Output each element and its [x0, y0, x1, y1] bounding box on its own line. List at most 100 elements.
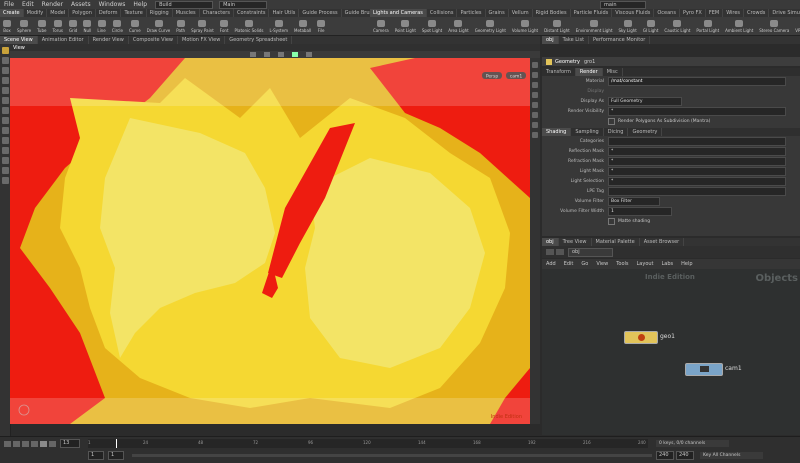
- shelf-tab-oceans[interactable]: Oceans: [654, 9, 680, 17]
- shelf-tool-box[interactable]: Box: [3, 19, 11, 33]
- sop-icon[interactable]: [1, 167, 9, 174]
- shelf-tab-hair-utils[interactable]: Hair Utils: [269, 9, 300, 17]
- param-field[interactable]: [608, 137, 786, 146]
- select-tool-icon[interactable]: [1, 47, 9, 54]
- shelf-tab-grains[interactable]: Grains: [486, 9, 509, 17]
- shelf-tool-torus[interactable]: Torus: [52, 19, 63, 33]
- menu-file[interactable]: File: [4, 1, 14, 8]
- shelf-tool-volume-light[interactable]: Volume Light: [512, 19, 538, 33]
- display-options-icon[interactable]: [306, 52, 312, 57]
- network-tab-tree-view[interactable]: Tree View: [559, 238, 592, 246]
- shelf-tool-font[interactable]: Font: [220, 19, 229, 33]
- param-subtab-dicing[interactable]: Dicing: [604, 128, 629, 136]
- shelf-tool-metaball[interactable]: Metaball: [294, 19, 311, 33]
- step-back-icon[interactable]: [13, 440, 20, 447]
- shelf-tab-muscles[interactable]: Muscles: [173, 9, 200, 17]
- vtool-icon-8[interactable]: [532, 132, 538, 138]
- shelf-tool-portal-light[interactable]: Portal Light: [696, 19, 719, 33]
- shelf-tab-lights-and-cameras[interactable]: Lights and Cameras: [370, 9, 427, 17]
- shelf-tool-gi-light[interactable]: GI Light: [643, 19, 658, 33]
- network-view[interactable]: Indie Edition Objects geo1 cam1: [542, 269, 800, 435]
- network-menu-edit[interactable]: Edit: [564, 261, 574, 267]
- magnet-icon[interactable]: [1, 147, 9, 154]
- shelf-tool-vr-camera[interactable]: VR Camera: [795, 20, 800, 33]
- menu-edit[interactable]: Edit: [22, 1, 34, 8]
- vtool-icon-3[interactable]: [532, 82, 538, 88]
- param-subtab-shading[interactable]: Shading: [542, 128, 572, 136]
- node-geo1[interactable]: [624, 331, 658, 344]
- param-field[interactable]: Box Filter: [608, 197, 660, 206]
- network-menu-labs[interactable]: Labs: [662, 261, 674, 267]
- shelf-tool-point-light[interactable]: Point Light: [395, 19, 416, 33]
- shelf-tool-platonic-solids[interactable]: Platonic Solids: [235, 19, 263, 33]
- vtool-icon-2[interactable]: [532, 72, 538, 78]
- shelf-tool-sky-light[interactable]: Sky Light: [619, 19, 637, 33]
- network-menu-tools[interactable]: Tools: [616, 261, 628, 267]
- shelf-tool-geometry-light[interactable]: Geometry Light: [475, 19, 506, 33]
- handle-icon[interactable]: [250, 52, 256, 57]
- network-menu-layout[interactable]: Layout: [637, 261, 654, 267]
- shelf-tab-pyro-fx[interactable]: Pyro FX: [680, 9, 706, 17]
- shelf-tool-camera[interactable]: Camera: [373, 19, 389, 33]
- rotate-tool-icon[interactable]: [1, 67, 9, 74]
- pane-tab-render-view[interactable]: Render View: [89, 36, 129, 44]
- network-tab-asset-browser[interactable]: Asset Browser: [640, 238, 685, 246]
- shelf-tab-polygon[interactable]: Polygon: [69, 9, 96, 17]
- shelf-tab-guide-brushes[interactable]: Guide Brushes: [342, 9, 370, 17]
- shelf-tool-line[interactable]: Line: [97, 19, 106, 33]
- shelf-tab-deform[interactable]: Deform: [96, 9, 122, 17]
- pane-tab-animation-editor[interactable]: Animation Editor: [38, 36, 89, 44]
- shelf-tab-viscous-fluids[interactable]: Viscous Fluids: [612, 9, 655, 17]
- shelf-tool-environment-light[interactable]: Environment Light: [576, 19, 613, 33]
- step-forward-icon[interactable]: [49, 440, 56, 447]
- vtool-icon-1[interactable]: [532, 62, 538, 68]
- shelf-tool-spot-light[interactable]: Spot Light: [422, 19, 442, 33]
- shelf-tool-distant-light[interactable]: Distant Light: [544, 19, 570, 33]
- menu-render[interactable]: Render: [42, 1, 63, 8]
- shelf-tab-create[interactable]: Create: [0, 9, 24, 17]
- param-tab-render[interactable]: Render: [575, 68, 603, 76]
- shelf-tool-circle[interactable]: Circle: [112, 19, 123, 33]
- viewport[interactable]: Persp cam1 Indie Edition: [10, 58, 530, 424]
- render-polygons-checkbox[interactable]: [608, 118, 615, 125]
- param-subtab-sampling[interactable]: Sampling: [571, 128, 604, 136]
- shelf-tab-guide-process[interactable]: Guide Process: [299, 9, 342, 17]
- pane-tab-composite-view[interactable]: Composite View: [129, 36, 178, 44]
- shelf-tool-ambient-light[interactable]: Ambient Light: [725, 19, 753, 33]
- key-all-button[interactable]: Key All Channels: [700, 452, 763, 459]
- pane-tab-performance-monitor[interactable]: Performance Monitor: [589, 36, 651, 44]
- shelf-tab-collisions[interactable]: Collisions: [427, 9, 458, 17]
- pose-tool-icon[interactable]: [1, 97, 9, 104]
- network-tab-obj[interactable]: obj: [542, 238, 559, 246]
- timeline-bar[interactable]: 1 24 48 72 96 120 144 168 192 216 240: [88, 439, 648, 448]
- play-back-icon[interactable]: [22, 440, 29, 447]
- pane-tab-take-list[interactable]: Take List: [559, 36, 590, 44]
- shelf-tool-curve[interactable]: Curve: [129, 19, 141, 33]
- shelf-tab-wires[interactable]: Wires: [723, 9, 745, 17]
- range-start-field[interactable]: 1: [88, 451, 104, 460]
- shelf-tab-texture[interactable]: Texture: [121, 9, 147, 17]
- param-field[interactable]: 1: [608, 207, 672, 216]
- grid-icon[interactable]: [1, 137, 9, 144]
- end-frame-a[interactable]: 240: [656, 451, 674, 460]
- network-path[interactable]: obj: [568, 247, 613, 257]
- network-menu-help[interactable]: Help: [681, 261, 692, 267]
- shelf-tool-null[interactable]: Null: [83, 19, 92, 33]
- paint-icon[interactable]: [1, 157, 9, 164]
- vtool-icon-5[interactable]: [532, 102, 538, 108]
- shelf-tab-particles[interactable]: Particles: [457, 9, 486, 17]
- shelf-tab-vellum[interactable]: Vellum: [509, 9, 533, 17]
- shelf-tool-caustic-light[interactable]: Caustic Light: [664, 19, 690, 33]
- shelf-tool-tube[interactable]: Tube: [37, 19, 46, 33]
- param-tab-misc[interactable]: Misc: [603, 68, 623, 76]
- display-as-select[interactable]: Full Geometry: [608, 97, 682, 106]
- menu-help[interactable]: Help: [133, 1, 147, 8]
- network-tab-material-palette[interactable]: Material Palette: [592, 238, 640, 246]
- vtool-icon-6[interactable]: [532, 112, 538, 118]
- range-end-field[interactable]: 1: [108, 451, 124, 460]
- pane-tab-scene-view[interactable]: Scene View: [0, 36, 38, 44]
- shelf-tab-characters[interactable]: Characters: [200, 9, 234, 17]
- end-frame-b[interactable]: 240: [676, 451, 694, 460]
- matte-shading-checkbox[interactable]: [608, 218, 615, 225]
- shelf-tab-drive-simulation[interactable]: Drive Simulation: [769, 9, 800, 17]
